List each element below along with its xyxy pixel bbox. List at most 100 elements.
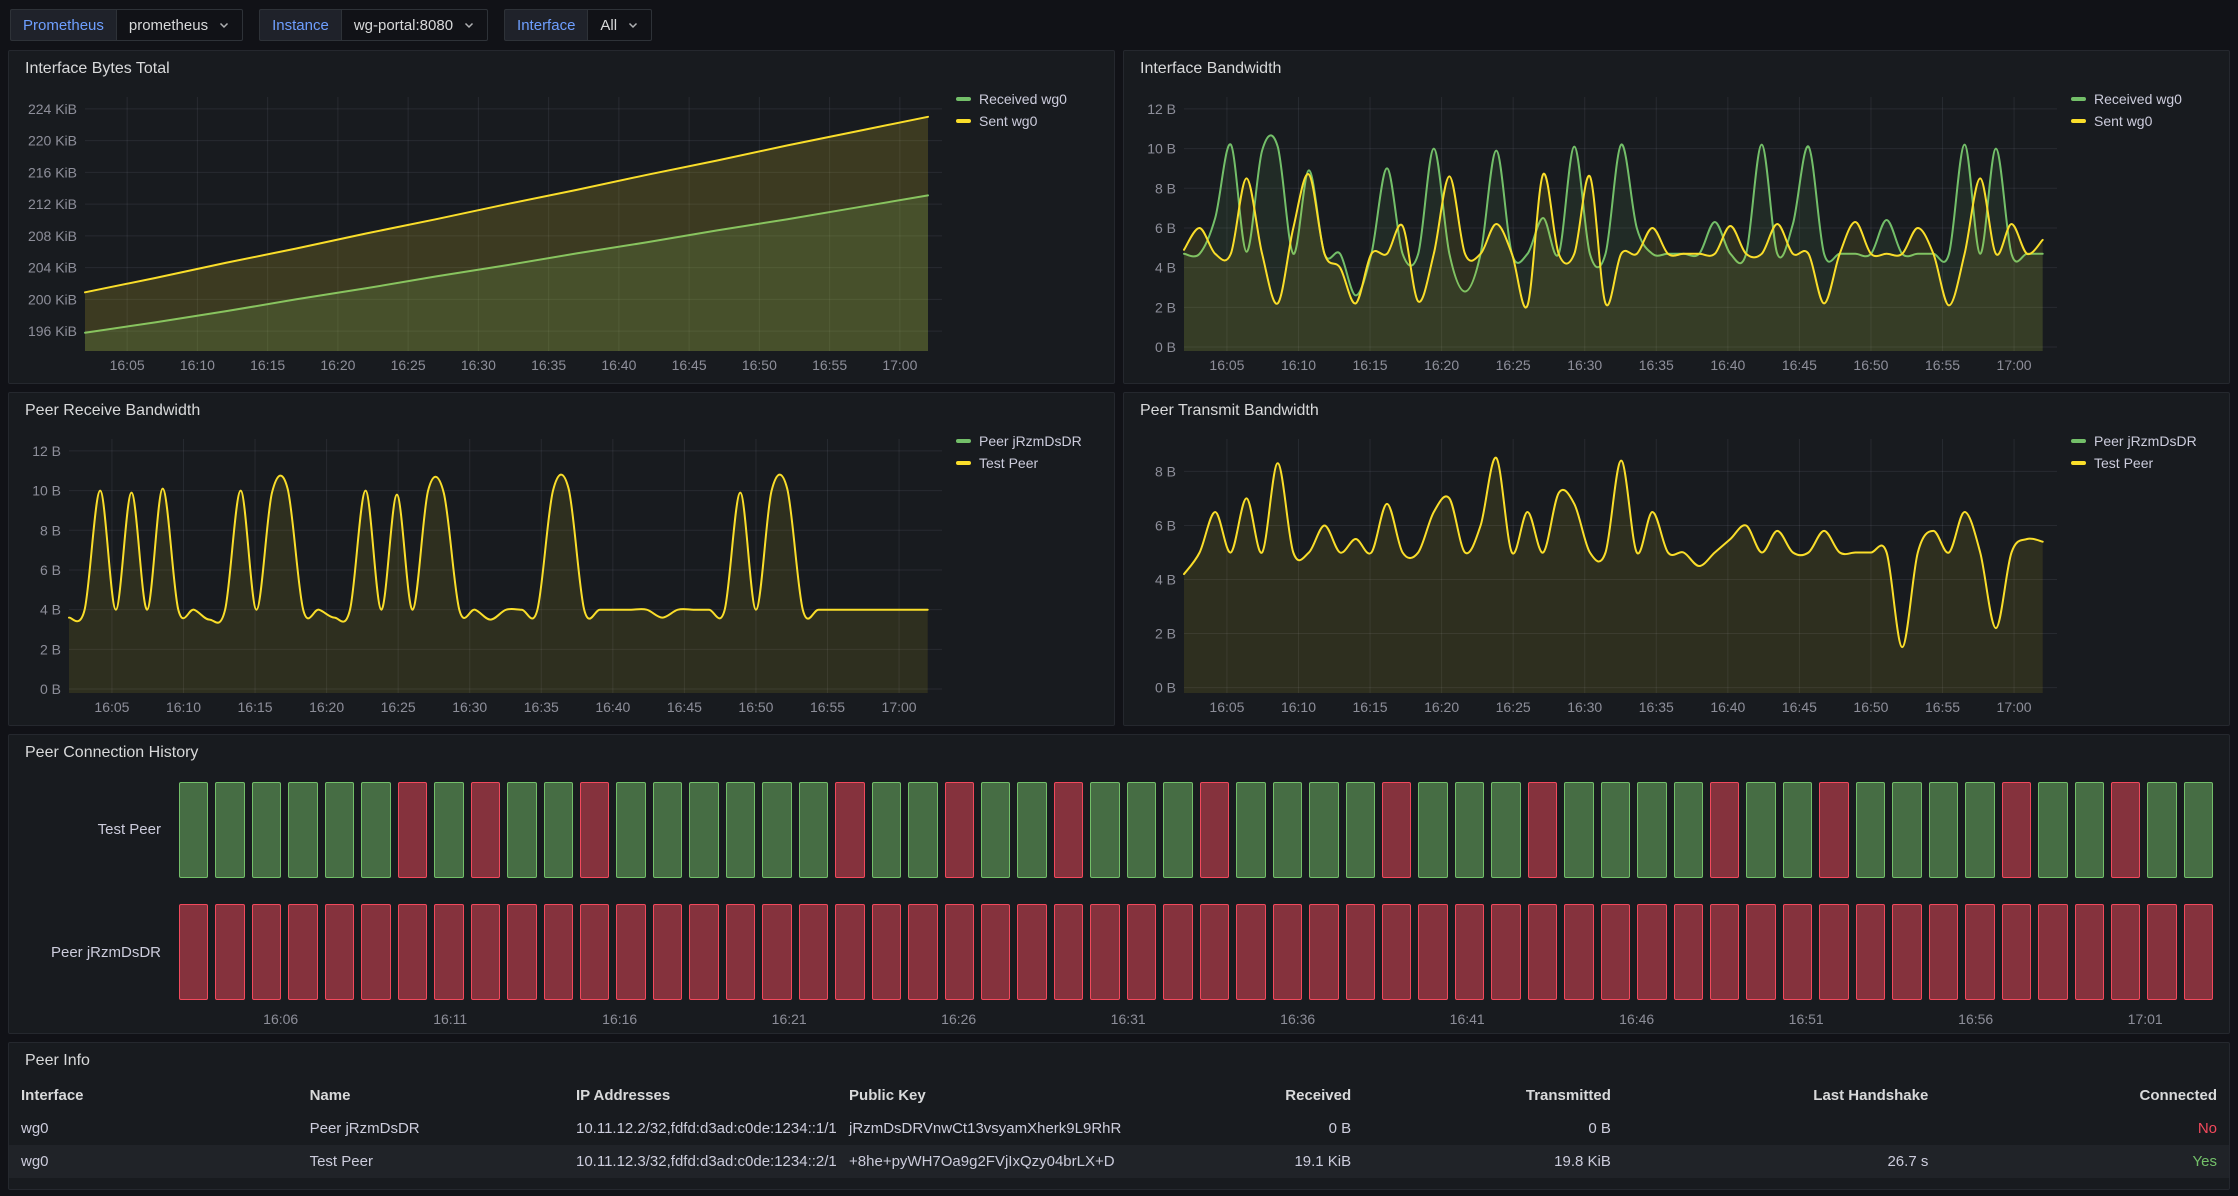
legend-item[interactable]: Received wg0 (956, 91, 1102, 107)
column-header[interactable]: Public Key (837, 1079, 1137, 1112)
state-bar-connected[interactable] (1674, 782, 1703, 878)
state-bar-disconnected[interactable] (1491, 904, 1520, 1000)
state-bar-disconnected[interactable] (1054, 904, 1083, 1000)
state-bar-connected[interactable] (288, 782, 317, 878)
state-bar-connected[interactable] (2184, 782, 2213, 878)
state-bar-disconnected[interactable] (1710, 904, 1739, 1000)
state-bar-connected[interactable] (1418, 782, 1447, 878)
state-bar-disconnected[interactable] (653, 904, 682, 1000)
state-bar-connected[interactable] (1127, 782, 1156, 878)
state-bar-connected[interactable] (1455, 782, 1484, 878)
state-bar-connected[interactable] (1856, 782, 1885, 878)
state-bar-disconnected[interactable] (471, 782, 500, 878)
state-bar-connected[interactable] (361, 782, 390, 878)
panel-title[interactable]: Peer Transmit Bandwidth (1124, 393, 2229, 429)
state-bar-disconnected[interactable] (507, 904, 536, 1000)
legend-item[interactable]: Peer jRzmDsDR (2071, 433, 2217, 449)
state-bar-disconnected[interactable] (1601, 904, 1630, 1000)
legend-item[interactable]: Peer jRzmDsDR (956, 433, 1102, 449)
state-bar-disconnected[interactable] (1273, 904, 1302, 1000)
state-bar-disconnected[interactable] (1856, 904, 1885, 1000)
state-bar-disconnected[interactable] (1382, 904, 1411, 1000)
state-bar-connected[interactable] (215, 782, 244, 878)
column-header[interactable]: Last Handshake (1623, 1079, 1940, 1112)
state-bar-disconnected[interactable] (2147, 904, 2176, 1000)
state-bar-disconnected[interactable] (1528, 904, 1557, 1000)
state-bar-connected[interactable] (2147, 782, 2176, 878)
state-bar-disconnected[interactable] (799, 904, 828, 1000)
variable-interface-select[interactable]: All (587, 9, 652, 41)
state-bar-disconnected[interactable] (1637, 904, 1666, 1000)
state-bar-connected[interactable] (981, 782, 1010, 878)
state-bar-connected[interactable] (1746, 782, 1775, 878)
chart-canvas[interactable]: 0 B2 B4 B6 B8 B10 B12 B16:0516:1016:1516… (17, 429, 950, 719)
state-bar-disconnected[interactable] (1783, 904, 1812, 1000)
state-bar-disconnected[interactable] (1710, 782, 1739, 878)
panel-title[interactable]: Peer Connection History (9, 735, 2229, 771)
state-bar-disconnected[interactable] (288, 904, 317, 1000)
state-bar-disconnected[interactable] (2038, 904, 2067, 1000)
panel-title[interactable]: Peer Receive Bandwidth (9, 393, 1114, 429)
state-bar-disconnected[interactable] (398, 782, 427, 878)
state-bar-connected[interactable] (653, 782, 682, 878)
state-bar-connected[interactable] (2038, 782, 2067, 878)
state-bar-disconnected[interactable] (1017, 904, 1046, 1000)
state-bar-connected[interactable] (908, 782, 937, 878)
state-bar-disconnected[interactable] (471, 904, 500, 1000)
state-bar-disconnected[interactable] (580, 904, 609, 1000)
state-bar-disconnected[interactable] (981, 904, 1010, 1000)
state-bar-connected[interactable] (616, 782, 645, 878)
state-bar-disconnected[interactable] (1455, 904, 1484, 1000)
state-bar-connected[interactable] (1892, 782, 1921, 878)
state-bar-connected[interactable] (1491, 782, 1520, 878)
state-bar-disconnected[interactable] (2002, 782, 2031, 878)
state-bar-connected[interactable] (1090, 782, 1119, 878)
state-bar-disconnected[interactable] (1746, 904, 1775, 1000)
state-bar-connected[interactable] (1017, 782, 1046, 878)
state-bar-disconnected[interactable] (1819, 782, 1848, 878)
state-bar-disconnected[interactable] (835, 782, 864, 878)
state-bar-disconnected[interactable] (945, 904, 974, 1000)
panel-title[interactable]: Peer Info (9, 1043, 2229, 1079)
state-bar-disconnected[interactable] (616, 904, 645, 1000)
panel-title[interactable]: Interface Bandwidth (1124, 51, 2229, 87)
column-header[interactable]: Connected (1940, 1079, 2229, 1112)
state-bar-disconnected[interactable] (580, 782, 609, 878)
state-bar-connected[interactable] (1163, 782, 1192, 878)
legend-item[interactable]: Sent wg0 (2071, 113, 2217, 129)
state-bar-connected[interactable] (252, 782, 281, 878)
state-bar-connected[interactable] (507, 782, 536, 878)
variable-instance-select[interactable]: wg-portal:8080 (341, 9, 488, 41)
column-header[interactable]: IP Addresses (564, 1079, 837, 1112)
state-bar-disconnected[interactable] (2075, 904, 2104, 1000)
state-bar-disconnected[interactable] (179, 904, 208, 1000)
state-bar-disconnected[interactable] (945, 782, 974, 878)
state-bar-disconnected[interactable] (1127, 904, 1156, 1000)
state-bar-disconnected[interactable] (1309, 904, 1338, 1000)
legend-item[interactable]: Test Peer (2071, 455, 2217, 471)
state-bar-disconnected[interactable] (1528, 782, 1557, 878)
state-bar-connected[interactable] (1783, 782, 1812, 878)
chart-canvas[interactable]: 0 B2 B4 B6 B8 B10 B12 B16:0516:1016:1516… (1132, 87, 2065, 377)
state-bar-disconnected[interactable] (361, 904, 390, 1000)
state-bar-disconnected[interactable] (2002, 904, 2031, 1000)
column-header[interactable]: Received (1137, 1079, 1363, 1112)
state-bar-disconnected[interactable] (1163, 904, 1192, 1000)
state-bar-disconnected[interactable] (1674, 904, 1703, 1000)
state-bar-disconnected[interactable] (1892, 904, 1921, 1000)
chart-canvas[interactable]: 0 B2 B4 B6 B8 B16:0516:1016:1516:2016:25… (1132, 429, 2065, 719)
column-header[interactable]: Transmitted (1363, 1079, 1623, 1112)
state-bar-disconnected[interactable] (726, 904, 755, 1000)
state-bar-disconnected[interactable] (1200, 782, 1229, 878)
legend-item[interactable]: Test Peer (956, 455, 1102, 471)
state-bar-disconnected[interactable] (1090, 904, 1119, 1000)
state-bar-disconnected[interactable] (398, 904, 427, 1000)
state-bar-connected[interactable] (1236, 782, 1265, 878)
state-bar-disconnected[interactable] (1236, 904, 1265, 1000)
legend-item[interactable]: Received wg0 (2071, 91, 2217, 107)
state-bar-connected[interactable] (762, 782, 791, 878)
state-bar-connected[interactable] (689, 782, 718, 878)
state-bar-connected[interactable] (1929, 782, 1958, 878)
state-bar-connected[interactable] (2075, 782, 2104, 878)
state-bar-connected[interactable] (799, 782, 828, 878)
